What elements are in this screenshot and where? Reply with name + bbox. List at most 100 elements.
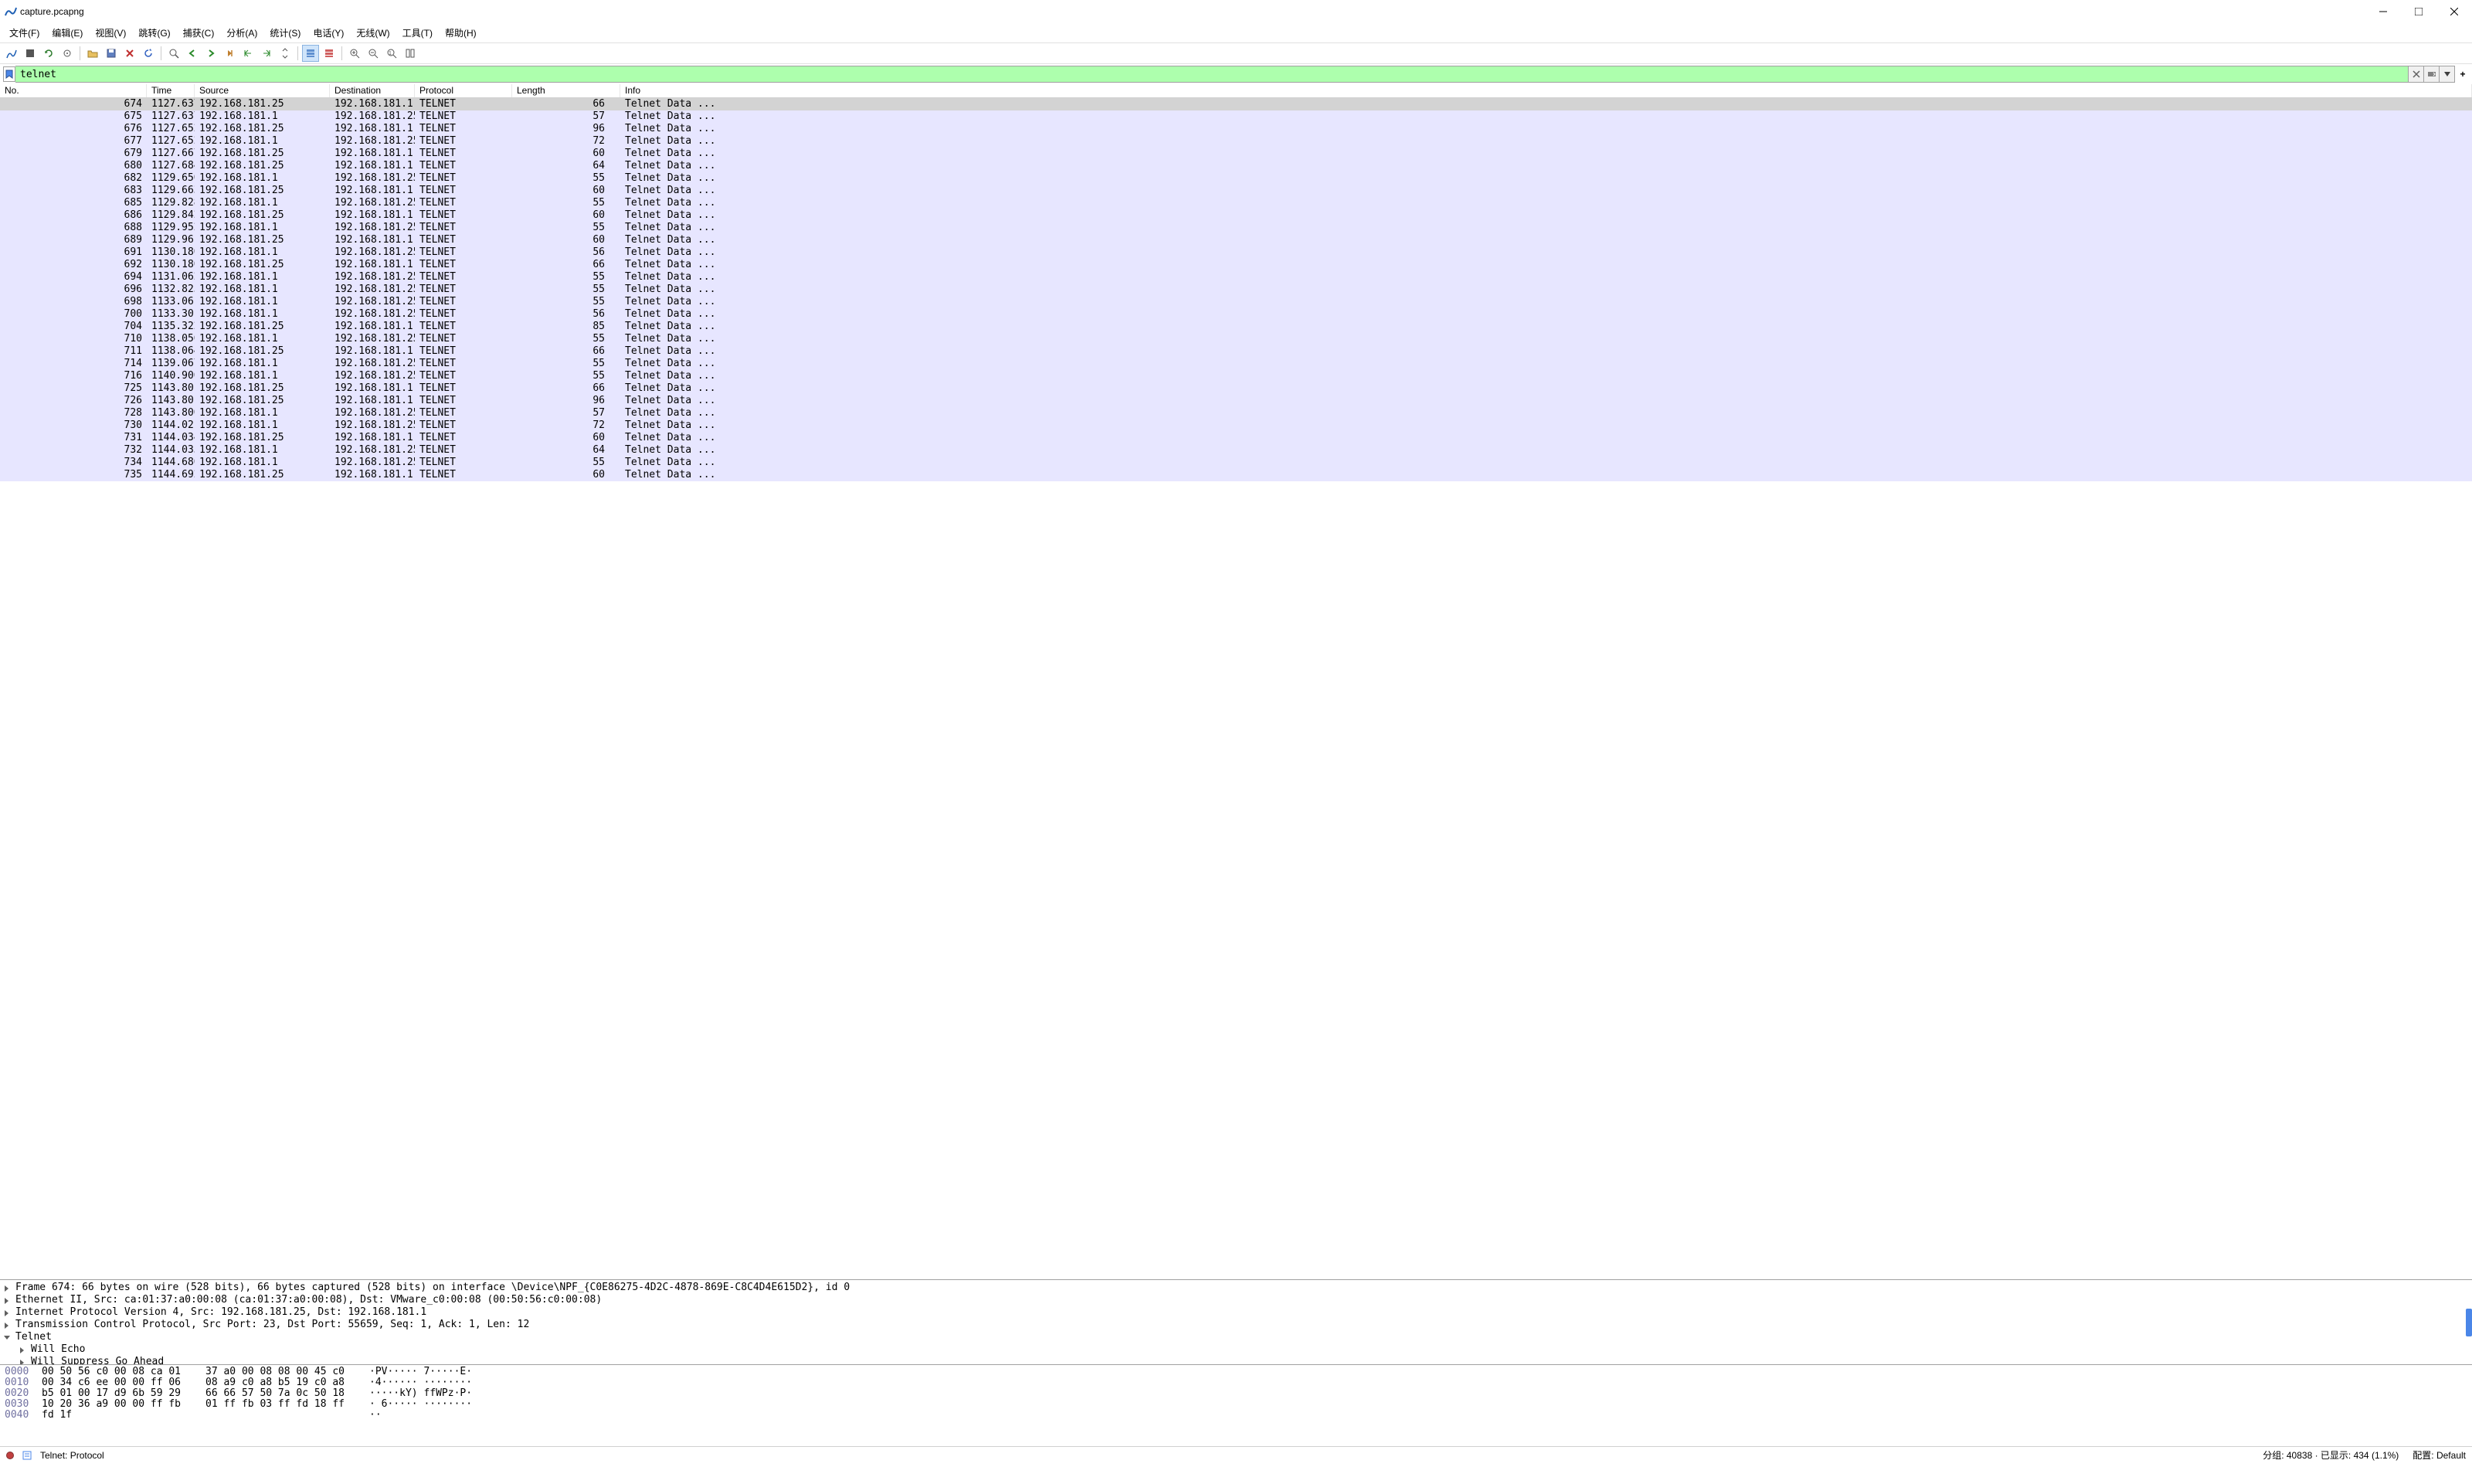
packet-row[interactable]: 6921130.186…192.168.181.25192.168.181.1T…	[0, 259, 2472, 271]
tree-tcp[interactable]: Transmission Control Protocol, Src Port:…	[0, 1319, 2472, 1331]
status-bar: Telnet: Protocol 分组: 40838 · 已显示: 434 (1…	[0, 1446, 2472, 1463]
menu-telephony[interactable]: 电话(Y)	[307, 25, 350, 41]
filter-clear-icon[interactable]	[2409, 66, 2424, 83]
packet-row[interactable]: 7311144.034…192.168.181.25192.168.181.1T…	[0, 432, 2472, 444]
packet-list-body[interactable]: 6741127.637…192.168.181.25192.168.181.1T…	[0, 98, 2472, 1279]
filter-bookmark-icon[interactable]	[3, 66, 15, 82]
col-header-proto[interactable]: Protocol	[415, 84, 512, 97]
menu-stats[interactable]: 统计(S)	[263, 25, 307, 41]
packet-row[interactable]: 6881129.952…192.168.181.1192.168.181.25T…	[0, 222, 2472, 234]
maximize-button[interactable]	[2401, 0, 2436, 23]
packet-bytes-pane[interactable]: 000000 50 56 c0 00 08 ca 0137 a0 00 08 0…	[0, 1365, 2472, 1446]
col-header-dst[interactable]: Destination	[330, 84, 415, 97]
packet-row[interactable]: 6741127.637…192.168.181.25192.168.181.1T…	[0, 98, 2472, 110]
tree-telnet[interactable]: Telnet	[0, 1331, 2472, 1343]
col-header-time[interactable]: Time	[147, 84, 195, 97]
bytes-row[interactable]: 0020b5 01 00 17 d9 6b 59 2966 66 57 50 7…	[5, 1388, 2467, 1399]
packet-row[interactable]: 6891129.961…192.168.181.25192.168.181.1T…	[0, 234, 2472, 246]
autoscroll-icon[interactable]	[277, 45, 294, 62]
packet-row[interactable]: 6851129.828…192.168.181.1192.168.181.25T…	[0, 197, 2472, 209]
close-file-icon[interactable]	[121, 45, 138, 62]
bytes-row[interactable]: 0040fd 1f··	[5, 1410, 2467, 1421]
bytes-row[interactable]: 000000 50 56 c0 00 08 ca 0137 a0 00 08 0…	[5, 1367, 2467, 1377]
menu-analyze[interactable]: 分析(A)	[220, 25, 263, 41]
start-capture-icon[interactable]	[3, 45, 20, 62]
menu-view[interactable]: 视图(V)	[89, 25, 132, 41]
packet-row[interactable]: 6911130.180…192.168.181.1192.168.181.25T…	[0, 246, 2472, 259]
packet-row[interactable]: 7041135.322…192.168.181.25192.168.181.1T…	[0, 321, 2472, 333]
menu-capture[interactable]: 捕获(C)	[177, 25, 221, 41]
zoom-reset-icon[interactable]: 1	[383, 45, 400, 62]
packet-row[interactable]: 6791127.667…192.168.181.25192.168.181.1T…	[0, 148, 2472, 160]
col-header-src[interactable]: Source	[195, 84, 330, 97]
save-file-icon[interactable]	[103, 45, 120, 62]
menu-edit[interactable]: 编辑(E)	[46, 25, 89, 41]
capture-file-properties-icon[interactable]	[22, 1450, 32, 1461]
packet-row[interactable]: 7261143.801…192.168.181.25192.168.181.1T…	[0, 395, 2472, 407]
packet-row[interactable]: 7111138.064…192.168.181.25192.168.181.1T…	[0, 345, 2472, 358]
packet-row[interactable]: 6821129.650…192.168.181.1192.168.181.25T…	[0, 172, 2472, 185]
packet-row[interactable]: 7301144.021…192.168.181.1192.168.181.25T…	[0, 419, 2472, 432]
packet-row[interactable]: 6941131.062…192.168.181.1192.168.181.25T…	[0, 271, 2472, 284]
packet-row[interactable]: 7001133.301…192.168.181.1192.168.181.25T…	[0, 308, 2472, 321]
restart-capture-icon[interactable]	[40, 45, 57, 62]
packet-row[interactable]: 7161140.906…192.168.181.1192.168.181.25T…	[0, 370, 2472, 382]
go-forward-icon[interactable]	[202, 45, 219, 62]
zoom-in-icon[interactable]	[346, 45, 363, 62]
display-filter-input[interactable]	[15, 66, 2409, 83]
menu-file[interactable]: 文件(F)	[3, 25, 46, 41]
find-icon[interactable]	[165, 45, 182, 62]
packet-row[interactable]: 6761127.652…192.168.181.25192.168.181.1T…	[0, 123, 2472, 135]
col-header-len[interactable]: Length	[512, 84, 620, 97]
packet-row[interactable]: 7321144.035…192.168.181.1192.168.181.25T…	[0, 444, 2472, 457]
tree-frame[interactable]: Frame 674: 66 bytes on wire (528 bits), …	[0, 1282, 2472, 1294]
expert-info-icon[interactable]	[6, 1452, 14, 1459]
packet-row[interactable]: 7341144.686…192.168.181.1192.168.181.25T…	[0, 457, 2472, 469]
go-to-packet-icon[interactable]	[221, 45, 238, 62]
colorize-list-icon[interactable]	[321, 45, 338, 62]
resize-columns-icon[interactable]	[402, 45, 419, 62]
filter-apply-icon[interactable]	[2424, 66, 2440, 83]
packet-row[interactable]: 7251143.801…192.168.181.25192.168.181.1T…	[0, 382, 2472, 395]
packet-row[interactable]: 7281143.806…192.168.181.1192.168.181.25T…	[0, 407, 2472, 419]
minimize-button[interactable]	[2365, 0, 2401, 23]
status-profile[interactable]: 配置: Default	[2413, 1448, 2466, 1462]
packet-row[interactable]: 7101138.056…192.168.181.1192.168.181.25T…	[0, 333, 2472, 345]
col-header-no[interactable]: No.	[0, 84, 147, 97]
tree-telnet-echo[interactable]: Will Echo	[0, 1343, 2472, 1356]
packet-row[interactable]: 6831129.663…192.168.181.25192.168.181.1T…	[0, 185, 2472, 197]
capture-options-icon[interactable]	[59, 45, 76, 62]
packet-row[interactable]: 6961132.825…192.168.181.1192.168.181.25T…	[0, 284, 2472, 296]
menu-help[interactable]: 帮助(H)	[439, 25, 483, 41]
go-last-icon[interactable]	[258, 45, 275, 62]
col-header-info[interactable]: Info	[620, 84, 2472, 97]
menu-wireless[interactable]: 无线(W)	[350, 25, 396, 41]
packet-row[interactable]: 6771127.652…192.168.181.1192.168.181.25T…	[0, 135, 2472, 148]
packet-list-header[interactable]: No. Time Source Destination Protocol Len…	[0, 84, 2472, 98]
close-button[interactable]	[2436, 0, 2472, 23]
filter-add-icon[interactable]: +	[2457, 66, 2469, 83]
bytes-row[interactable]: 003010 20 36 a9 00 00 ff fb01 ff fb 03 f…	[5, 1399, 2467, 1410]
menu-go[interactable]: 跳转(G)	[132, 25, 176, 41]
open-file-icon[interactable]	[84, 45, 101, 62]
packet-row[interactable]: 6981133.061…192.168.181.1192.168.181.25T…	[0, 296, 2472, 308]
packet-row[interactable]: 7141139.067…192.168.181.1192.168.181.25T…	[0, 358, 2472, 370]
bytes-row[interactable]: 001000 34 c6 ee 00 00 ff 0608 a9 c0 a8 b…	[5, 1377, 2467, 1388]
zoom-out-icon[interactable]	[365, 45, 382, 62]
go-back-icon[interactable]	[184, 45, 201, 62]
filter-dropdown-icon[interactable]	[2440, 66, 2455, 83]
tree-ip[interactable]: Internet Protocol Version 4, Src: 192.16…	[0, 1306, 2472, 1319]
menu-tools[interactable]: 工具(T)	[396, 25, 439, 41]
tree-ethernet[interactable]: Ethernet II, Src: ca:01:37:a0:00:08 (ca:…	[0, 1294, 2472, 1306]
packet-row[interactable]: 7351144.692…192.168.181.25192.168.181.1T…	[0, 469, 2472, 481]
reload-icon[interactable]	[140, 45, 157, 62]
go-first-icon[interactable]	[239, 45, 256, 62]
packet-row[interactable]: 6861129.842…192.168.181.25192.168.181.1T…	[0, 209, 2472, 222]
resize-handle-icon[interactable]	[2466, 1309, 2472, 1336]
stop-capture-icon[interactable]	[22, 45, 39, 62]
tree-telnet-suppress[interactable]: Will Suppress Go Ahead	[0, 1356, 2472, 1365]
packet-details-pane[interactable]: Frame 674: 66 bytes on wire (528 bits), …	[0, 1280, 2472, 1365]
packet-row[interactable]: 6801127.684…192.168.181.25192.168.181.1T…	[0, 160, 2472, 172]
colorize-icon[interactable]	[302, 45, 319, 62]
packet-row[interactable]: 6751127.637…192.168.181.1192.168.181.25T…	[0, 110, 2472, 123]
